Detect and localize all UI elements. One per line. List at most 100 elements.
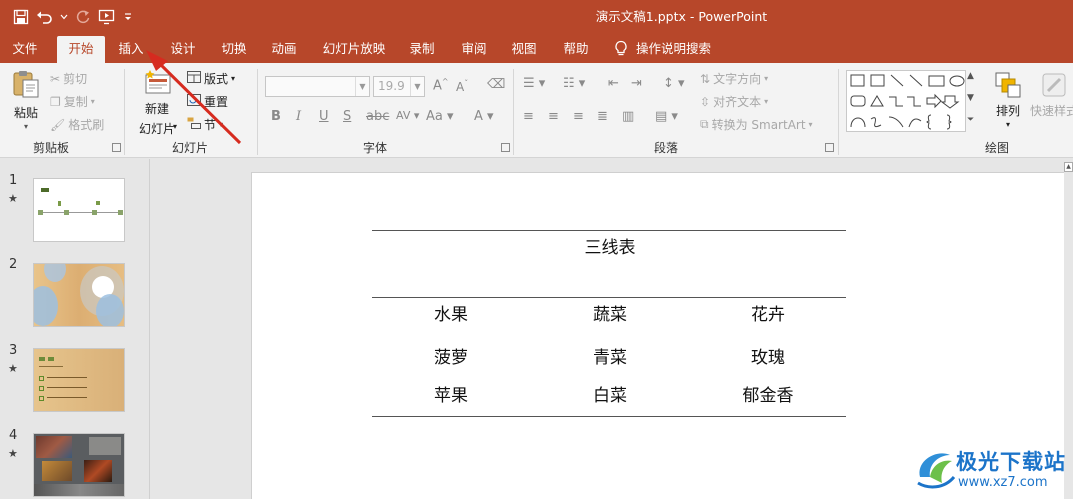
tell-me-label: 操作说明搜索 [636,41,712,56]
justify-icon[interactable]: ≣ [597,109,608,124]
font-size-dropdown-icon[interactable]: ▼ [410,77,424,96]
columns-icon[interactable]: ▤ ▾ [655,109,678,124]
bullets-icon[interactable]: ☰ ▾ [523,76,545,91]
clear-formatting-icon[interactable]: ⌫ [487,77,505,92]
table-caption[interactable]: 三线表 [530,233,690,258]
shapes-gallery-icon [850,74,965,130]
shrink-font-icon[interactable]: Aˇ [456,79,468,94]
slide-number: 2 [9,257,18,272]
tab-animations[interactable]: 动画 [263,34,305,63]
window-title: 演示文稿1.pptx - PowerPoint [595,9,768,24]
slide-thumbnail-4[interactable] [33,433,125,497]
align-text-label: 对齐文本 [713,95,762,109]
tab-home[interactable]: 开始 [57,36,105,63]
tab-view[interactable]: 视图 [503,34,545,63]
slide-thumbnail-2[interactable] [33,263,125,327]
scroll-up-icon[interactable]: ▲ [1064,162,1073,172]
cut-label: 剪切 [63,72,88,86]
table-cell[interactable]: 郁金香 [688,381,848,406]
table-cell[interactable]: 苹果 [371,381,531,406]
paste-icon [13,71,39,98]
font-name-combo[interactable]: ▼ [265,76,370,97]
grow-font-icon[interactable]: A^ [433,77,449,93]
align-left-icon[interactable]: ≡ [523,109,534,124]
change-case-icon[interactable]: Aa ▾ [426,109,454,124]
slide-number: 3 [9,343,18,358]
table-header-cell[interactable]: 蔬菜 [530,300,690,325]
watermark-logo [917,453,956,489]
character-spacing-icon[interactable]: AV ▾ [396,109,419,122]
tab-record[interactable]: 录制 [401,34,443,63]
table-header-cell[interactable]: 水果 [371,300,531,325]
tab-slide-show[interactable]: 幻灯片放映 [318,34,390,63]
italic-icon[interactable]: I [296,109,301,124]
paste-button[interactable]: 粘贴 ▾ [10,69,42,131]
animation-star-icon: ★ [8,447,18,460]
table-header-cell[interactable]: 花卉 [688,300,848,325]
slide-thumbnail-3[interactable] [33,348,125,412]
spacing-label: AV [396,109,411,122]
text-shadow-icon[interactable]: S [343,109,351,124]
copy-dropdown-icon[interactable]: ▾ [91,97,95,106]
scissors-icon: ✂ [50,71,61,86]
group-separator [838,69,839,155]
distributed-icon[interactable]: ▥ [622,109,634,124]
tab-help[interactable]: 帮助 [555,34,597,63]
smartart-icon: ⧉ [700,117,709,131]
case-label: Aa [426,109,443,124]
table-bottom-rule [372,416,846,417]
paragraph-group-label: 段落 [654,141,679,155]
cut-button[interactable]: ✂ 剪切 [50,70,87,87]
format-painter-button[interactable]: 🖌 格式刷 [50,116,104,133]
align-text-button[interactable]: ⇳ 对齐文本 ▾ [700,93,768,110]
table-header-rule [372,297,846,298]
arrange-button[interactable]: 排列 ▾ [992,71,1024,129]
font-size-combo[interactable]: 19.9 ▼ [373,76,425,97]
table-cell[interactable]: 白菜 [530,381,690,406]
font-color-icon[interactable]: A ▾ [474,109,494,124]
align-right-icon[interactable]: ≡ [573,109,584,124]
font-color-label: A [474,109,483,124]
tab-review[interactable]: 审阅 [453,34,495,63]
quick-styles-label: 快速样式 [1030,104,1073,118]
line-spacing-icon[interactable]: ↕ ▾ [663,76,685,91]
table-cell[interactable]: 玫瑰 [688,343,848,368]
drawing-group-label: 绘图 [985,141,1010,155]
decrease-indent-icon[interactable]: ⇤ [608,76,619,91]
tell-me-search[interactable]: 操作说明搜索 [614,34,724,63]
table-cell[interactable]: 菠萝 [371,343,531,368]
text-direction-icon: ⇅ [700,71,711,86]
shapes-gallery[interactable] [846,70,966,132]
increase-indent-icon[interactable]: ⇥ [631,76,642,91]
quick-styles-button[interactable]: 快速样式 [1030,71,1073,119]
animation-star-icon: ★ [8,362,18,375]
shapes-scroll-up-icon[interactable]: ▲ [967,71,974,81]
text-direction-label: 文字方向 [713,72,762,86]
slide-thumbnail-panel[interactable]: 1 ★ 2 3 ★ 4 ★ [0,159,150,499]
paragraph-launcher-icon[interactable] [825,143,834,152]
underline-icon[interactable]: U [319,109,329,124]
smartart-label: 转换为 SmartArt [711,118,806,132]
slide-thumbnail-1[interactable] [33,178,125,242]
font-launcher-icon[interactable] [501,143,510,152]
tab-file[interactable]: 文件 [4,34,46,63]
strikethrough-icon[interactable]: abc [366,109,389,124]
font-name-dropdown-icon[interactable]: ▼ [355,77,369,96]
numbering-icon[interactable]: ☷ ▾ [563,76,585,91]
clipboard-launcher-icon[interactable] [112,143,121,152]
text-direction-button[interactable]: ⇅ 文字方向 ▾ [700,70,768,87]
group-separator [513,69,514,155]
font-group-label: 字体 [363,141,388,155]
convert-smartart-button[interactable]: ⧉ 转换为 SmartArt ▾ [700,116,813,133]
format-painter-icon: 🖌 [50,117,66,132]
copy-label: 复制 [63,95,88,109]
align-center-icon[interactable]: ≡ [548,109,559,124]
shapes-scroll-down-icon[interactable]: ▼ [967,93,974,103]
copy-button[interactable]: ❐ 复制 ▾ [50,93,95,110]
title-bar: 演示文稿1.pptx - PowerPoint [0,0,1073,34]
shapes-more-icon[interactable]: ⏷ [967,115,974,125]
paste-dropdown-icon[interactable]: ▾ [24,122,28,131]
animation-star-icon: ★ [8,192,18,205]
bold-icon[interactable]: B [271,109,281,124]
table-cell[interactable]: 青菜 [530,343,690,368]
